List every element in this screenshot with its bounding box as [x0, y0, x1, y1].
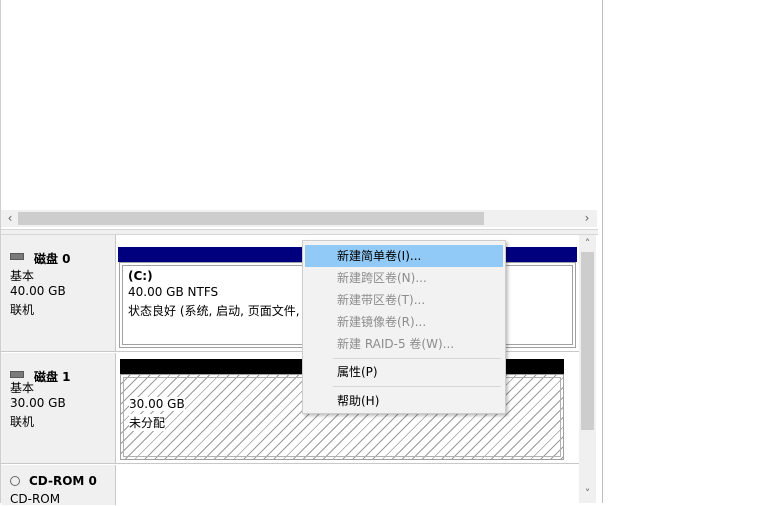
disk-0-name: 磁盘 0: [34, 252, 71, 266]
disk-row-separator: [1, 463, 579, 464]
disk-1-label[interactable]: 磁盘 1 基本 30.00 GB 联机: [1, 353, 116, 463]
vertical-scroll-thumb[interactable]: [581, 252, 594, 430]
cdrom-0-type: CD-ROM: [10, 492, 61, 506]
partition-c-size-fs: 40.00 GB NTFS: [128, 285, 219, 299]
menu-help[interactable]: 帮助(H): [305, 390, 503, 412]
disk-1-size: 30.00 GB: [10, 396, 66, 410]
cdrom-0-label[interactable]: CD-ROM 0 CD-ROM: [1, 465, 116, 506]
horizontal-scrollbar[interactable]: ‹ ›: [1, 210, 597, 227]
chevron-left-icon[interactable]: ‹: [4, 211, 16, 226]
partition-c-status: 状态良好 (系统, 启动, 页面文件, 活: [128, 304, 316, 318]
disk-0-label[interactable]: 磁盘 0 基本 40.00 GB 联机: [1, 235, 116, 351]
cdrom-0-name-line: CD-ROM 0: [10, 474, 97, 489]
cdrom-0-row: CD-ROM 0 CD-ROM: [1, 465, 579, 506]
context-menu: 新建简单卷(I)... 新建跨区卷(N)... 新建带区卷(T)... 新建镜像…: [302, 240, 506, 414]
disk-0-size: 40.00 GB: [10, 284, 66, 298]
menu-new-simple-volume[interactable]: 新建简单卷(I)...: [305, 245, 503, 267]
menu-separator: [333, 358, 501, 359]
volume-list-pane[interactable]: [1, 0, 598, 230]
unallocated-status: 未分配: [129, 414, 166, 431]
horizontal-scroll-thumb[interactable]: [18, 212, 484, 225]
partition-c-title: (C:): [128, 269, 153, 283]
disk-0-status: 联机: [10, 303, 35, 317]
chevron-right-icon[interactable]: ›: [581, 211, 593, 226]
menu-properties[interactable]: 属性(P): [305, 361, 503, 383]
chevron-down-icon[interactable]: ˅: [579, 487, 596, 501]
vertical-scrollbar[interactable]: ˄ ˅: [579, 235, 596, 503]
menu-separator: [333, 386, 501, 387]
unallocated-size: 30.00 GB: [129, 397, 185, 411]
chevron-up-icon[interactable]: ˄: [579, 237, 596, 251]
menu-new-raid5-volume[interactable]: 新建 RAID-5 卷(W)...: [305, 333, 503, 355]
disk-drive-icon: [10, 371, 24, 378]
disk-drive-icon: [10, 253, 24, 260]
disk-0-name-line: 磁盘 0: [10, 251, 71, 266]
disk-1-name: 磁盘 1: [34, 370, 71, 384]
disk-1-status: 联机: [10, 415, 35, 429]
disk-management-window: ‹ › 磁盘 0 基本 40.00 GB 联机 (C:) 40.00 GB NT…: [0, 0, 760, 506]
menu-new-mirrored-volume[interactable]: 新建镜像卷(R)...: [305, 311, 503, 333]
disk-0-type: 基本: [10, 269, 35, 283]
cdrom-0-name: CD-ROM 0: [29, 474, 97, 488]
cdrom-icon: [10, 476, 20, 486]
menu-new-striped-volume[interactable]: 新建带区卷(T)...: [305, 289, 503, 311]
disk-1-type: 基本: [10, 381, 35, 395]
menu-new-spanned-volume[interactable]: 新建跨区卷(N)...: [305, 267, 503, 289]
